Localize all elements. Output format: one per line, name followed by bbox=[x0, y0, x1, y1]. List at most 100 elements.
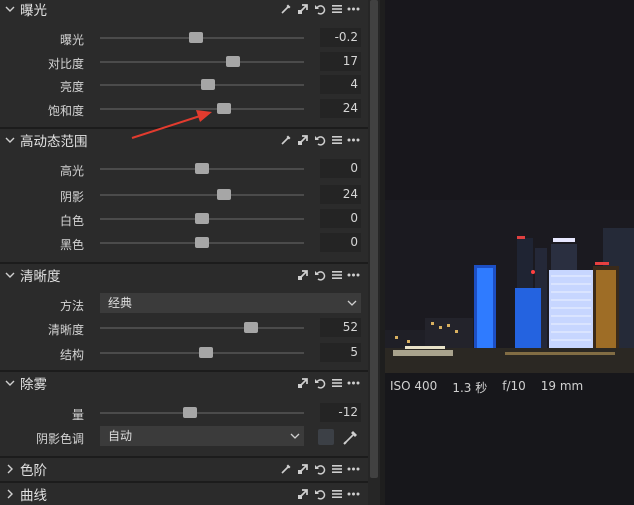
slider-label: 白色 bbox=[59, 214, 84, 228]
reset-icon[interactable] bbox=[313, 134, 326, 147]
slider-label: 亮度 bbox=[59, 80, 84, 94]
pipette-icon[interactable] bbox=[279, 134, 292, 147]
exposure-slider-track[interactable] bbox=[100, 32, 304, 43]
blacks-slider-track[interactable] bbox=[100, 237, 304, 248]
slider-value-field[interactable]: 4 bbox=[320, 75, 361, 94]
presets-icon[interactable] bbox=[330, 377, 343, 390]
clarity-section-header[interactable]: 清晰度 bbox=[0, 262, 368, 286]
slider-value-field[interactable]: 24 bbox=[320, 185, 361, 204]
panel-scrollbar[interactable] bbox=[368, 0, 380, 505]
slider-value-field[interactable]: 0 bbox=[320, 233, 361, 252]
more-icon[interactable] bbox=[347, 377, 360, 390]
reset-icon[interactable] bbox=[313, 488, 326, 501]
shadow-tone-selected-value: 自动 bbox=[108, 429, 133, 443]
more-icon[interactable] bbox=[347, 134, 360, 147]
slider-label: 阴影 bbox=[59, 190, 84, 204]
slider-row-structure: 结构 5 bbox=[0, 341, 368, 365]
scrollbar-thumb[interactable] bbox=[370, 0, 378, 478]
chevron-down-icon[interactable] bbox=[0, 270, 20, 280]
copy-adjust-icon[interactable] bbox=[296, 3, 309, 16]
slider-row-blacks: 黑色 0 bbox=[0, 231, 368, 255]
chevron-down-icon[interactable] bbox=[0, 4, 20, 14]
slider-handle[interactable] bbox=[195, 237, 209, 248]
slider-value-field[interactable]: 52 bbox=[320, 318, 361, 337]
slider-value-field[interactable]: 5 bbox=[320, 343, 361, 362]
chevron-down-icon bbox=[290, 426, 300, 446]
slider-handle[interactable] bbox=[182, 407, 197, 418]
copy-adjust-icon[interactable] bbox=[296, 134, 309, 147]
slider-handle[interactable] bbox=[217, 189, 232, 200]
slider-row-whites: 白色 0 bbox=[0, 207, 368, 231]
copy-adjust-icon[interactable] bbox=[296, 377, 309, 390]
levels-section-header[interactable]: 色阶 bbox=[0, 456, 368, 480]
slider-value-field[interactable]: -0.2 bbox=[320, 28, 361, 47]
levels-tools bbox=[279, 458, 360, 480]
presets-icon[interactable] bbox=[330, 269, 343, 282]
shadow-tone-label: 阴影色调 bbox=[35, 432, 84, 446]
clarity-method-select[interactable]: 经典 bbox=[100, 293, 361, 313]
contrast-slider-track[interactable] bbox=[100, 56, 304, 67]
presets-icon[interactable] bbox=[330, 488, 343, 501]
slider-label: 结构 bbox=[59, 348, 84, 362]
slider-handle[interactable] bbox=[195, 163, 209, 174]
hdr-tools bbox=[279, 129, 360, 151]
copy-adjust-icon[interactable] bbox=[296, 463, 309, 476]
slider-value-field[interactable]: 0 bbox=[320, 209, 361, 228]
brightness-slider-track[interactable] bbox=[100, 79, 304, 90]
shutter-value: 1.3 秒 bbox=[452, 381, 488, 395]
shadows-slider-track[interactable] bbox=[100, 189, 304, 200]
dehaze-section-header[interactable]: 除雾 bbox=[0, 370, 368, 394]
slider-row-contrast: 对比度 17 bbox=[0, 50, 368, 74]
reset-icon[interactable] bbox=[313, 463, 326, 476]
reset-icon[interactable] bbox=[313, 3, 326, 16]
slider-handle[interactable] bbox=[195, 213, 209, 224]
more-icon[interactable] bbox=[347, 269, 360, 282]
shadow-tone-select[interactable]: 自动 bbox=[100, 426, 304, 446]
slider-handle[interactable] bbox=[225, 56, 240, 67]
slider-value-field[interactable]: 17 bbox=[320, 52, 361, 71]
slider-label: 高光 bbox=[59, 164, 84, 178]
slider-value-field[interactable]: -12 bbox=[320, 403, 361, 422]
method-selected-value: 经典 bbox=[108, 296, 133, 310]
whites-slider-track[interactable] bbox=[100, 213, 304, 224]
pipette-icon[interactable] bbox=[279, 3, 292, 16]
slider-row-shadows: 阴影 24 bbox=[0, 183, 368, 207]
slider-value-field[interactable]: 0 bbox=[320, 159, 361, 178]
slider-handle[interactable] bbox=[201, 79, 216, 90]
more-icon[interactable] bbox=[347, 3, 360, 16]
clarity-slider-track[interactable] bbox=[100, 322, 304, 333]
reset-icon[interactable] bbox=[313, 377, 326, 390]
more-icon[interactable] bbox=[347, 488, 360, 501]
annotation-arrow bbox=[131, 110, 212, 139]
reset-icon[interactable] bbox=[313, 269, 326, 282]
method-label: 方法 bbox=[59, 299, 84, 313]
presets-icon[interactable] bbox=[330, 463, 343, 476]
highlights-slider-track[interactable] bbox=[100, 163, 304, 174]
chevron-right-icon[interactable] bbox=[0, 464, 20, 474]
dehaze-title: 除雾 bbox=[20, 377, 47, 393]
slider-label: 饱和度 bbox=[47, 104, 84, 118]
slider-row-dehaze-amount: 量 -12 bbox=[0, 401, 368, 425]
exposure-section-header[interactable]: 曝光 bbox=[0, 0, 368, 21]
presets-icon[interactable] bbox=[330, 3, 343, 16]
slider-handle[interactable] bbox=[199, 347, 214, 358]
slider-handle[interactable] bbox=[243, 322, 258, 333]
copy-adjust-icon[interactable] bbox=[296, 269, 309, 282]
chevron-down-icon[interactable] bbox=[0, 378, 20, 388]
slider-handle[interactable] bbox=[188, 32, 203, 43]
pipette-icon[interactable] bbox=[279, 463, 292, 476]
structure-slider-track[interactable] bbox=[100, 347, 304, 358]
curves-tools bbox=[296, 483, 360, 505]
curves-section-header[interactable]: 曲线 bbox=[0, 481, 368, 505]
chevron-down-icon[interactable] bbox=[0, 135, 20, 145]
presets-icon[interactable] bbox=[330, 134, 343, 147]
pipette-icon[interactable] bbox=[342, 428, 360, 446]
slider-value-field[interactable]: 24 bbox=[320, 99, 361, 118]
chevron-right-icon[interactable] bbox=[0, 489, 20, 499]
dehaze-amount-slider-track[interactable] bbox=[100, 407, 304, 418]
slider-label: 清晰度 bbox=[47, 323, 84, 337]
slider-row-exposure: 曝光 -0.2 bbox=[0, 26, 368, 50]
more-icon[interactable] bbox=[347, 463, 360, 476]
shadow-tone-color-swatch[interactable] bbox=[318, 429, 334, 445]
copy-adjust-icon[interactable] bbox=[296, 488, 309, 501]
